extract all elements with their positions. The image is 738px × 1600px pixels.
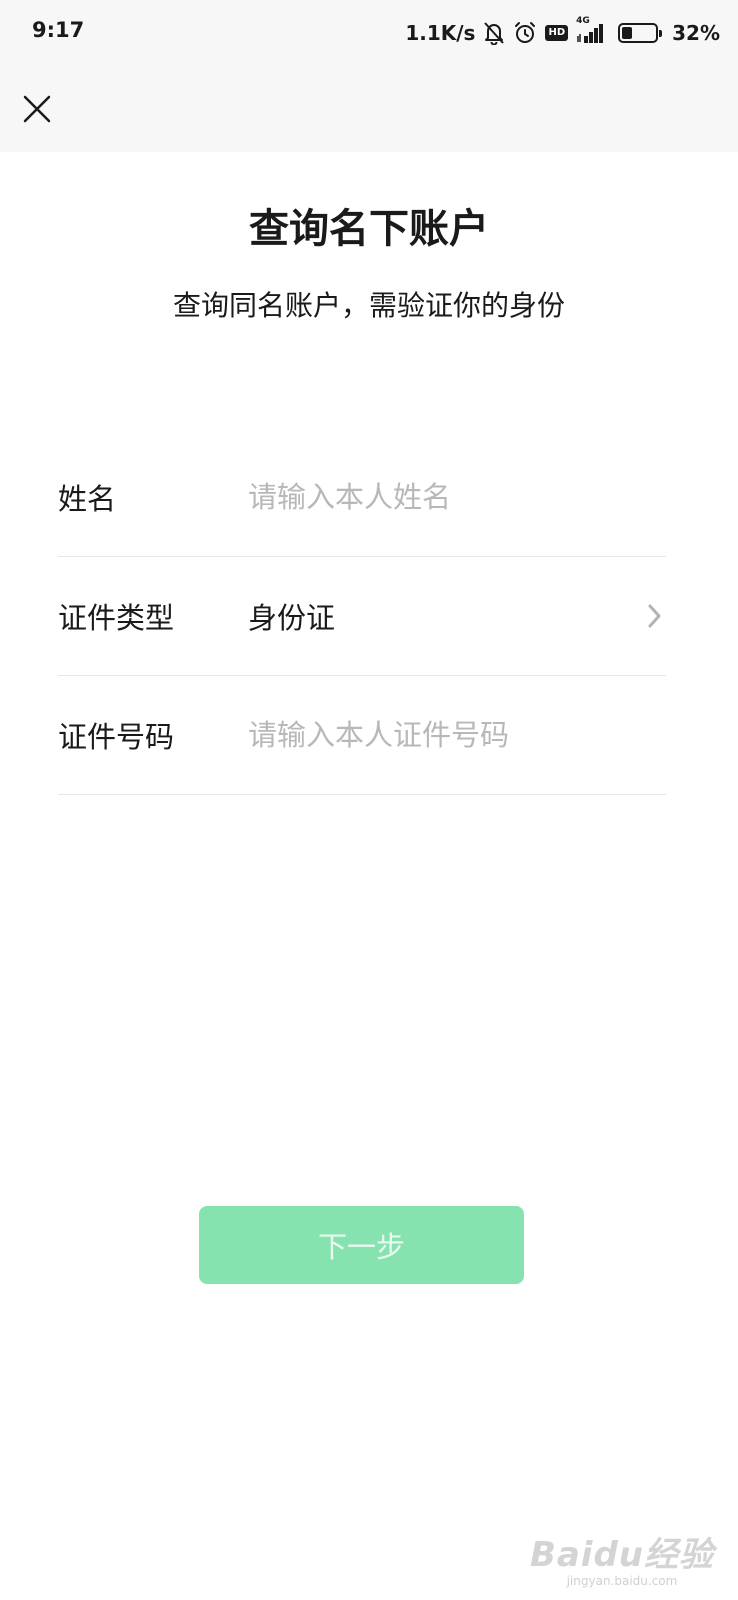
id-number-label: 证件号码 <box>58 720 175 754</box>
hd-icon: HD <box>545 25 569 41</box>
close-button[interactable] <box>20 92 54 126</box>
bell-off-icon <box>483 21 505 45</box>
id-number-row: 证件号码 <box>58 676 666 795</box>
status-indicators: 1.1K/s HD 4G 32% <box>405 16 720 48</box>
battery-icon <box>618 23 663 43</box>
watermark-logo: Baidu经验 <box>529 1535 714 1575</box>
id-number-input[interactable] <box>248 718 666 752</box>
name-row: 姓名 <box>58 438 666 557</box>
id-type-value: 身份证 <box>248 601 336 635</box>
chevron-right-icon <box>648 604 661 628</box>
battery-fill <box>622 27 633 39</box>
identity-form: 姓名 证件类型 身份证 证件号码 <box>58 438 666 795</box>
network-type: 4G <box>576 16 590 26</box>
page-title: 查询名下账户 <box>249 206 489 252</box>
nav-bar <box>0 66 738 152</box>
next-button[interactable]: 下一步 <box>199 1206 524 1284</box>
status-time: 9:17 <box>32 18 85 42</box>
id-type-label: 证件类型 <box>58 601 175 635</box>
alarm-icon <box>513 21 537 45</box>
name-input[interactable] <box>248 480 666 514</box>
battery-percent: 32% <box>672 21 720 45</box>
status-bar: 9:17 1.1K/s HD 4G 32% <box>0 0 738 66</box>
page-subtitle: 查询同名账户，需验证你的身份 <box>172 289 565 322</box>
network-speed: 1.1K/s <box>405 21 476 45</box>
close-icon <box>23 95 51 123</box>
name-label: 姓名 <box>58 482 117 516</box>
watermark-url: jingyan.baidu.com <box>566 1574 678 1588</box>
baidu-jingyan-watermark: Baidu经验 jingyan.baidu.com <box>530 1536 714 1588</box>
id-type-row[interactable]: 证件类型 身份证 <box>58 557 666 676</box>
signal-icon: 4G <box>576 16 606 44</box>
